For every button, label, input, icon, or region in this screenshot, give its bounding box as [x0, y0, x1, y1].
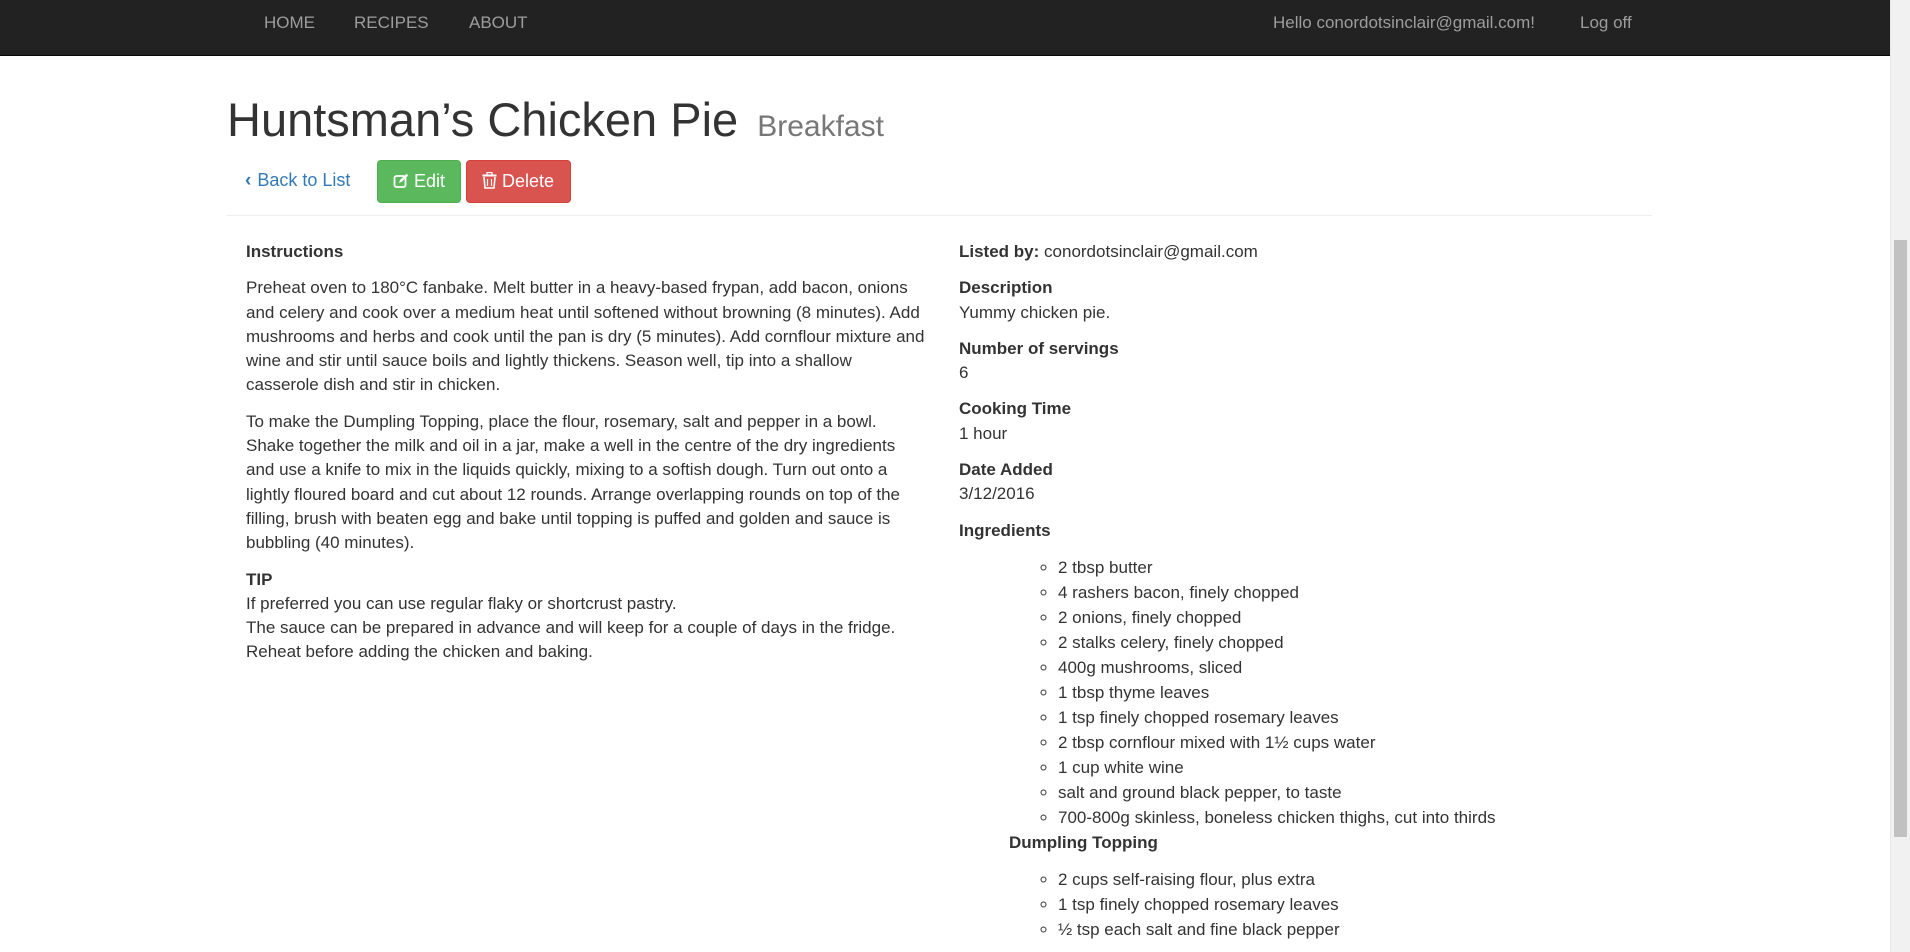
- date-added-label: Date Added: [959, 460, 1053, 480]
- dumpling-item: 1 tsp finely chopped rosemary leaves: [1058, 892, 1659, 917]
- instructions-heading: Instructions: [246, 242, 344, 261]
- servings-value: 6: [959, 363, 969, 383]
- tip-line: The sauce can be prepared in advance and…: [246, 618, 896, 638]
- ingredients-list: 2 tbsp butter 4 rashers bacon, finely ch…: [959, 555, 1659, 830]
- delete-button[interactable]: Delete: [466, 160, 571, 203]
- ingredients-label: Ingredients: [959, 520, 1051, 540]
- tip-block: TIP If preferred you can use regular fla…: [246, 568, 926, 665]
- header-divider: [227, 215, 1652, 216]
- ingredient-item: 1 tsp finely chopped rosemary leaves: [1058, 705, 1659, 730]
- scrollbar-thumb[interactable]: [1894, 240, 1907, 837]
- back-to-list-label: Back to List: [257, 170, 351, 190]
- listed-by-value: conordotsinclair@gmail.com: [1044, 242, 1258, 261]
- navbar: HOME RECIPES ABOUT Hello conordotsinclai…: [0, 0, 1890, 56]
- edit-label: Edit: [414, 171, 446, 191]
- listed-by-label: Listed by:: [959, 242, 1040, 261]
- ingredient-item: 2 tbsp cornflour mixed with 1½ cups wate…: [1058, 730, 1659, 755]
- recipe-category: Breakfast: [757, 110, 884, 143]
- tip-line: If preferred you can use regular flaky o…: [246, 593, 677, 613]
- edit-button[interactable]: Edit: [377, 160, 461, 203]
- page-title: Huntsman’s Chicken Pie Breakfast: [227, 92, 884, 148]
- chevron-left-icon: ‹: [245, 170, 252, 191]
- tip-heading: TIP: [246, 569, 273, 589]
- servings-label: Number of servings: [959, 338, 1119, 358]
- page-scrollbar[interactable]: [1890, 0, 1910, 952]
- delete-label: Delete: [502, 171, 555, 191]
- ingredient-item: 400g mushrooms, sliced: [1058, 655, 1659, 680]
- tip-line: Reheat before adding the chicken and bak…: [246, 642, 593, 662]
- dumpling-item: 2 cups self-raising flour, plus extra: [1058, 867, 1659, 892]
- ingredient-item: 1 tbsp thyme leaves: [1058, 680, 1659, 705]
- date-added-value: 3/12/2016: [959, 484, 1035, 504]
- ingredient-item: 1 cup white wine: [1058, 755, 1659, 780]
- ingredient-item: 2 onions, finely chopped: [1058, 605, 1659, 630]
- back-to-list-link[interactable]: ‹ Back to List: [245, 167, 350, 194]
- edit-icon: [393, 173, 409, 188]
- cooking-time-value: 1 hour: [959, 423, 1008, 443]
- ingredient-item: salt and ground black pepper, to taste: [1058, 780, 1659, 805]
- ingredient-item: 2 tbsp butter: [1058, 555, 1659, 580]
- nav-home-link[interactable]: HOME: [264, 0, 315, 46]
- description-value: Yummy chicken pie.: [959, 302, 1111, 322]
- dumpling-heading: Dumpling Topping: [1009, 832, 1158, 852]
- instructions-paragraph: Preheat oven to 180°C fanbake. Melt butt…: [246, 278, 925, 395]
- cooking-time-label: Cooking Time: [959, 399, 1072, 419]
- dumpling-list: 2 cups self-raising flour, plus extra 1 …: [959, 867, 1659, 942]
- dumpling-item: ½ tsp each salt and fine black pepper: [1058, 917, 1659, 942]
- logoff-link[interactable]: Log off: [1580, 0, 1632, 46]
- description-label: Description: [959, 278, 1053, 298]
- instructions-section: Instructions Preheat oven to 180°C fanba…: [246, 240, 926, 665]
- details-section: Listed by: conordotsinclair@gmail.com De…: [959, 240, 1659, 942]
- trash-icon: [482, 171, 497, 189]
- listed-by-row: Listed by: conordotsinclair@gmail.com: [959, 240, 1659, 264]
- ingredient-item: 4 rashers bacon, finely chopped: [1058, 580, 1659, 605]
- ingredient-item: 700-800g skinless, boneless chicken thig…: [1058, 805, 1659, 830]
- nav-recipes-link[interactable]: RECIPES: [354, 0, 429, 46]
- user-greeting-link[interactable]: Hello conordotsinclair@gmail.com!: [1273, 0, 1535, 46]
- nav-about-link[interactable]: ABOUT: [469, 0, 528, 46]
- ingredient-item: 2 stalks celery, finely chopped: [1058, 630, 1659, 655]
- recipe-title: Huntsman’s Chicken Pie: [227, 93, 739, 146]
- instructions-paragraph: To make the Dumpling Topping, place the …: [246, 411, 901, 553]
